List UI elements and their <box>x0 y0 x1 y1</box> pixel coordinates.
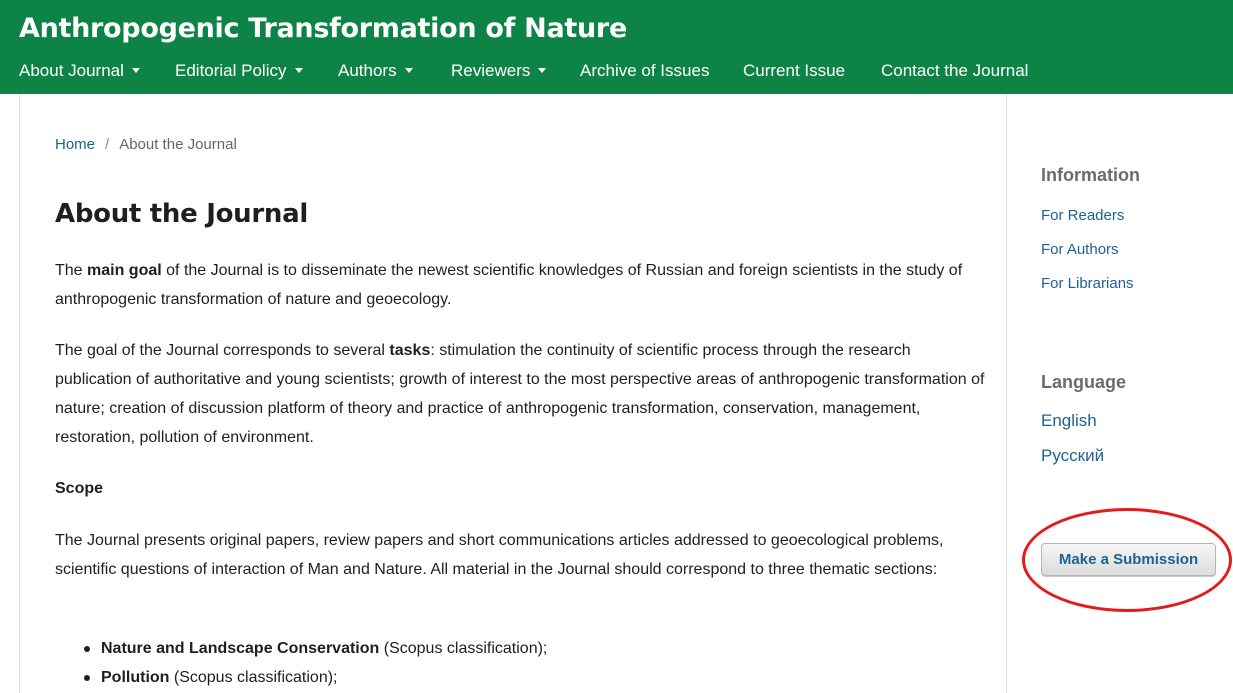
text: The <box>55 262 88 279</box>
nav-reviewers[interactable]: Reviewers <box>451 58 547 84</box>
language-heading: Language <box>1041 372 1127 392</box>
breadcrumb-separator: / <box>105 136 110 153</box>
text: (Scopus classification); <box>379 640 548 657</box>
for-readers-link[interactable]: For Readers <box>1041 207 1124 224</box>
make-submission-button[interactable]: Make a Submission <box>1041 543 1216 576</box>
main-content: Home / About the Journal About the Journal… <box>19 94 1007 693</box>
nav-label: Archive of Issues <box>580 61 710 80</box>
nav-about-journal[interactable]: About Journal <box>19 58 140 84</box>
site-header: Anthropogenic Transformation of Nature A… <box>0 0 1233 94</box>
nav-editorial-policy[interactable]: Editorial Policy <box>175 58 303 84</box>
list-item: Nature and Landscape Conservation (Scopu… <box>55 634 985 663</box>
breadcrumb-current: About the Journal <box>119 136 237 153</box>
bold-text: main goal <box>87 262 162 279</box>
caret-down-icon <box>404 68 413 74</box>
nav-label: Editorial Policy <box>175 61 287 80</box>
caret-down-icon <box>294 68 303 74</box>
scope-paragraph: The Journal presents original papers, re… <box>55 532 944 578</box>
bold-text: Nature and Landscape Conservation <box>101 640 380 657</box>
language-english-link[interactable]: English <box>1041 411 1097 431</box>
for-authors-link[interactable]: For Authors <box>1041 241 1119 258</box>
scope-heading: Scope <box>55 480 104 497</box>
nav-current-issue[interactable]: Current Issue <box>743 58 845 84</box>
main-nav: About Journal Editorial Policy Authors R… <box>0 58 1233 84</box>
goal-paragraph: The main goal of the Journal is to disse… <box>55 256 985 314</box>
nav-label: Authors <box>338 61 397 80</box>
page-title: About the Journal <box>55 199 308 229</box>
nav-authors[interactable]: Authors <box>338 58 413 84</box>
list-item: Pollution (Scopus classification); <box>55 663 985 692</box>
sidebar: Information For Readers For Authors For … <box>1008 94 1233 693</box>
sections-list: Nature and Landscape Conservation (Scopu… <box>55 634 985 692</box>
text: (Scopus classification); <box>169 669 338 686</box>
caret-down-icon <box>131 68 140 74</box>
nav-label: Current Issue <box>743 61 846 80</box>
nav-contact-the-journal[interactable]: Contact the Journal <box>881 58 1028 84</box>
site-title[interactable]: Anthropogenic Transformation of Nature <box>19 13 627 44</box>
nav-label: Reviewers <box>451 61 531 80</box>
text: The goal of the Journal corresponds to s… <box>55 342 390 359</box>
bold-text: Pollution <box>101 669 170 686</box>
nav-label: Contact the Journal <box>881 61 1029 80</box>
language-russian-link[interactable]: Русский <box>1041 446 1104 466</box>
nav-archive-of-issues[interactable]: Archive of Issues <box>580 58 709 84</box>
text: of the Journal is to disseminate the new… <box>55 262 963 308</box>
breadcrumb: Home / About the Journal <box>55 136 237 153</box>
breadcrumb-home-link[interactable]: Home <box>55 136 95 153</box>
nav-label: About Journal <box>19 61 124 80</box>
for-librarians-link[interactable]: For Librarians <box>1041 275 1134 292</box>
caret-down-icon <box>538 68 547 74</box>
information-heading: Information <box>1041 165 1140 185</box>
tasks-paragraph: The goal of the Journal corresponds to s… <box>55 336 985 452</box>
bold-text: tasks <box>389 342 431 359</box>
